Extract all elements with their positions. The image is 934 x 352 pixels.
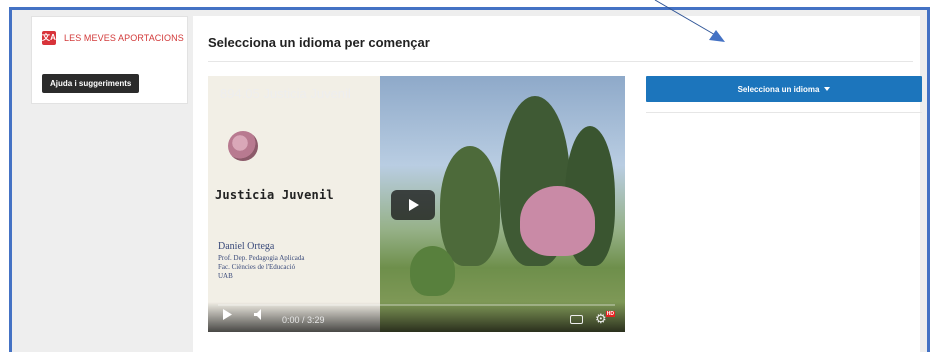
video-title: 894.05 Justicia Juvenil — [220, 86, 351, 101]
my-contributions-label: LES MEVES APORTACIONS — [64, 33, 184, 43]
play-icon — [409, 199, 419, 211]
language-divider — [646, 112, 922, 113]
author-name: Daniel Ortega — [218, 241, 275, 252]
help-suggestions-button[interactable]: Ajuda i suggeriments — [42, 74, 140, 93]
play-button[interactable] — [391, 190, 435, 220]
video-controls: 0:00 / 3:29 ⚙ HD — [208, 302, 625, 332]
app-frame: 文A LES MEVES APORTACIONS Ajuda i suggeri… — [9, 7, 930, 352]
my-contributions-link[interactable]: 文A LES MEVES APORTACIONS — [42, 31, 184, 45]
author-university: UAB — [218, 272, 233, 280]
time-display: 0:00 / 3:29 — [282, 315, 325, 325]
caret-down-icon — [824, 87, 831, 91]
video-player[interactable]: Justicia Juvenil Daniel Ortega Prof. Dep… — [208, 76, 625, 332]
bush-image — [410, 246, 455, 296]
sidebar-card: 文A LES MEVES APORTACIONS Ajuda i suggeri… — [31, 16, 188, 104]
volume-button[interactable] — [254, 307, 266, 325]
main-panel: Selecciona un idioma per començar Justic… — [193, 16, 922, 352]
page-title: Selecciona un idioma per començar — [208, 35, 430, 50]
progress-bar[interactable] — [218, 304, 615, 306]
video-slide-panel: Justicia Juvenil Daniel Ortega Prof. Dep… — [208, 76, 380, 332]
slide-heading: Justicia Juvenil — [215, 188, 334, 202]
select-language-label: Selecciona un idioma — [737, 84, 820, 94]
title-divider — [208, 61, 913, 62]
author-faculty: Fac. Ciències de l'Educació — [218, 263, 296, 271]
volume-icon — [254, 309, 261, 320]
translate-icon: 文A — [42, 31, 56, 45]
author-department: Prof. Dep. Pedagogia Aplicada — [218, 254, 305, 262]
slide-author-block: Daniel Ortega Prof. Dep. Pedagogia Aplic… — [218, 241, 305, 281]
tree-image — [440, 146, 500, 266]
control-play-button[interactable] — [222, 307, 232, 325]
select-language-button[interactable]: Selecciona un idioma — [646, 76, 922, 102]
logo-image — [228, 131, 258, 161]
blossom-tree-image — [520, 186, 595, 256]
hd-badge: HD — [605, 311, 615, 317]
play-icon — [223, 309, 232, 320]
subtitles-icon[interactable] — [570, 315, 583, 324]
